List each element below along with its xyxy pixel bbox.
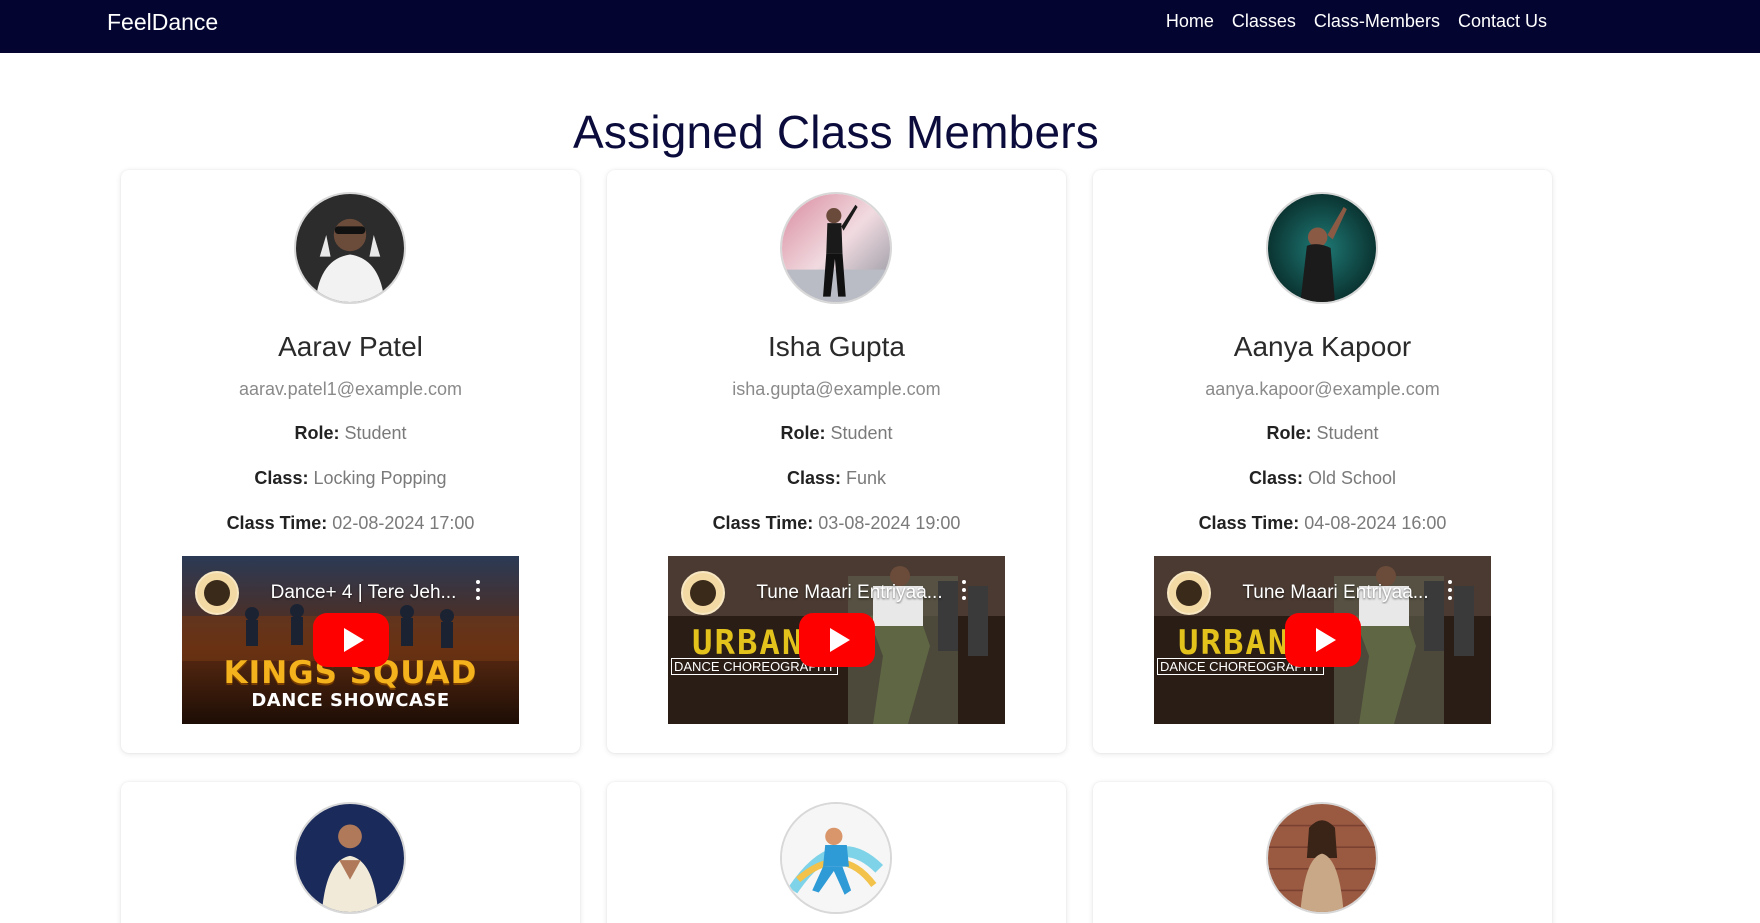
member-card — [121, 782, 580, 923]
play-icon — [1315, 628, 1336, 652]
nav-link-contact-us[interactable]: Contact Us — [1449, 10, 1556, 32]
members-grid: Aarav Patel aarav.patel1@example.com Rol… — [121, 170, 1552, 923]
member-class-time: Class Time: 02-08-2024 17:00 — [121, 513, 580, 534]
role-label: Role: — [294, 423, 340, 443]
member-class: Class: Old School — [1093, 468, 1552, 489]
member-name: Aanya Kapoor — [1233, 331, 1412, 362]
role-label: Role: — [1266, 423, 1312, 443]
member-role: Role: Student — [607, 423, 1066, 444]
nav-links: Home Classes Class-Members Contact Us — [1157, 10, 1556, 32]
class-value: Funk — [846, 468, 887, 488]
member-card: Aanya Kapoor aanya.kapoor@example.com Ro… — [1093, 170, 1552, 753]
class-time-label: Class Time: — [226, 513, 328, 533]
class-time-value: 04-08-2024 16:00 — [1304, 513, 1447, 533]
avatar — [294, 192, 406, 304]
thumbnail-subtitle: DANCE SHOWCASE — [251, 690, 450, 711]
channel-logo[interactable] — [681, 571, 725, 615]
avatar — [780, 802, 892, 914]
avatar-image — [782, 194, 890, 302]
channel-logo[interactable] — [195, 571, 239, 615]
avatar — [1266, 192, 1378, 304]
member-name: Isha Gupta — [768, 331, 905, 362]
member-email: isha.gupta@example.com — [732, 379, 941, 399]
avatar — [294, 802, 406, 914]
nav-link-class-members[interactable]: Class-Members — [1305, 10, 1449, 32]
member-class: Class: Funk — [607, 468, 1066, 489]
class-time-label: Class Time: — [1198, 513, 1300, 533]
class-value: Old School — [1307, 468, 1397, 488]
member-class-time: Class Time: 04-08-2024 16:00 — [1093, 513, 1552, 534]
role-label: Role: — [780, 423, 826, 443]
class-time-label: Class Time: — [712, 513, 814, 533]
member-card: Aarav Patel aarav.patel1@example.com Rol… — [121, 170, 580, 753]
more-options-icon[interactable] — [961, 580, 967, 602]
member-card: Isha Gupta isha.gupta@example.com Role: … — [607, 170, 1066, 753]
navbar: FeelDance Home Classes Class-Members Con… — [0, 0, 1760, 53]
class-value: Locking Popping — [313, 468, 447, 488]
avatar-image — [782, 804, 890, 912]
nav-link-home[interactable]: Home — [1157, 10, 1223, 32]
avatar-image — [1268, 194, 1376, 302]
channel-logo[interactable] — [1167, 571, 1211, 615]
member-card — [1093, 782, 1552, 923]
video-title[interactable]: Tune Maari Entriyaa... — [737, 582, 962, 604]
play-button[interactable] — [1285, 613, 1361, 667]
member-email: aanya.kapoor@example.com — [1205, 379, 1440, 399]
more-options-icon[interactable] — [1447, 580, 1453, 602]
avatar — [1266, 802, 1378, 914]
class-time-value: 02-08-2024 17:00 — [332, 513, 475, 533]
class-label: Class: — [1248, 468, 1303, 488]
avatar-image — [296, 194, 404, 302]
more-options-icon[interactable] — [475, 580, 481, 602]
class-time-value: 03-08-2024 19:00 — [818, 513, 961, 533]
thumbnail-title: URBAN — [692, 623, 805, 663]
role-value: Student — [830, 423, 893, 443]
member-role: Role: Student — [121, 423, 580, 444]
video-title[interactable]: Dance+ 4 | Tere Jeh... — [251, 582, 476, 604]
thumbnail-title: URBAN — [1178, 623, 1291, 663]
page-title: Assigned Class Members — [573, 106, 1099, 158]
video-title[interactable]: Tune Maari Entriyaa... — [1223, 582, 1448, 604]
class-label: Class: — [786, 468, 841, 488]
play-button[interactable] — [313, 613, 389, 667]
avatar — [780, 192, 892, 304]
role-value: Student — [1316, 423, 1379, 443]
avatar-image — [296, 804, 404, 912]
brand-logo[interactable]: FeelDance — [107, 9, 218, 36]
member-class-time: Class Time: 03-08-2024 19:00 — [607, 513, 1066, 534]
video-embed[interactable]: Tune Maari Entriyaa... URBAN DANCE CHORE… — [668, 556, 1005, 724]
class-label: Class: — [254, 468, 309, 488]
video-embed[interactable]: Tune Maari Entriyaa... URBAN DANCE CHORE… — [1154, 556, 1491, 724]
member-email: aarav.patel1@example.com — [238, 379, 463, 399]
member-name: Aarav Patel — [278, 331, 423, 362]
nav-link-classes[interactable]: Classes — [1223, 10, 1305, 32]
member-role: Role: Student — [1093, 423, 1552, 444]
role-value: Student — [344, 423, 407, 443]
video-embed[interactable]: Dance+ 4 | Tere Jeh... KINGS SQUAD DANCE… — [182, 556, 519, 724]
play-button[interactable] — [799, 613, 875, 667]
play-icon — [343, 628, 364, 652]
play-icon — [829, 628, 850, 652]
member-class: Class: Locking Popping — [121, 468, 580, 489]
member-card — [607, 782, 1066, 923]
avatar-image — [1268, 804, 1376, 912]
